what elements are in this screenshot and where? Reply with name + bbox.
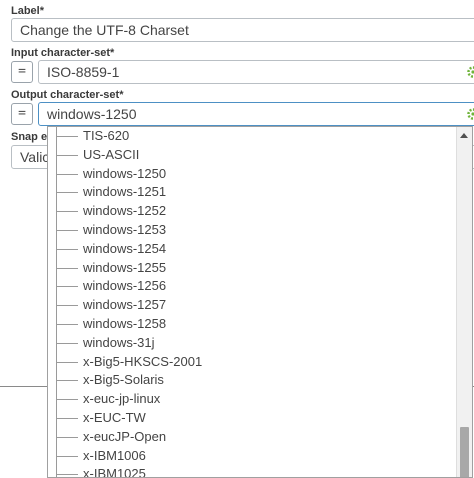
tree-connector (56, 173, 78, 175)
list-item[interactable]: windows-31j (48, 334, 456, 353)
output-charset-label: Output character-set* (11, 89, 124, 101)
list-item[interactable]: windows-1252 (48, 202, 456, 221)
option-label: TIS-620 (83, 128, 130, 143)
list-item[interactable]: windows-1258 (48, 315, 456, 334)
tree-connector (56, 305, 78, 307)
list-item[interactable]: x-Big5-HKSCS-2001 (48, 353, 456, 372)
list-item[interactable]: windows-1256 (48, 277, 456, 296)
dropdown-scrollbar[interactable] (456, 127, 472, 477)
option-label: x-IBM1006 (83, 447, 146, 463)
tree-connector (56, 248, 78, 250)
list-item[interactable]: TIS-620 (48, 127, 456, 146)
tree-connector (56, 229, 78, 231)
option-label: windows-1252 (83, 203, 167, 219)
option-label: x-Big5-HKSCS-2001 (83, 353, 203, 369)
list-item[interactable]: x-IBM1006 (48, 447, 456, 466)
option-label: x-eucJP-Open (83, 428, 167, 444)
tree-connector (56, 267, 78, 269)
option-label: windows-1257 (83, 297, 167, 313)
list-item[interactable]: x-IBM1025 (48, 465, 456, 478)
tree-connector (56, 436, 78, 438)
list-item[interactable]: windows-1251 (48, 183, 456, 202)
list-item[interactable]: windows-1255 (48, 259, 456, 278)
option-label: windows-1254 (83, 240, 167, 256)
tree-connector (56, 323, 78, 325)
tree-connector (56, 154, 78, 156)
option-label: x-Big5-Solaris (83, 372, 164, 388)
option-label: x-IBM1025 (83, 466, 146, 478)
tree-connector (56, 474, 78, 476)
label-field-label: Label* (11, 5, 45, 17)
charset-dropdown-list[interactable]: TIS-620 US-ASCII windows-1250 windows-12… (47, 126, 473, 478)
list-item[interactable]: windows-1250 (48, 165, 456, 184)
tree-connector (56, 455, 78, 457)
list-item[interactable]: x-EUC-TW (48, 409, 456, 428)
tree-connector (56, 136, 78, 137)
input-charset-label: Input character-set* (11, 47, 115, 59)
option-label: windows-1250 (83, 165, 167, 181)
tree-connector (56, 399, 78, 401)
scroll-up-arrow-icon[interactable] (460, 133, 468, 138)
option-label: x-euc-jp-linux (83, 391, 161, 407)
tree-connector (56, 211, 78, 213)
scrollbar-thumb[interactable] (460, 427, 469, 477)
snap-label: Snap e (11, 131, 48, 143)
tree-connector (56, 286, 78, 288)
option-label: windows-31j (83, 334, 155, 350)
gear-icon[interactable] (466, 107, 474, 121)
tree-connector (56, 361, 78, 363)
tree-connector (56, 380, 78, 382)
list-item[interactable]: US-ASCII (48, 146, 456, 165)
option-label: windows-1255 (83, 259, 167, 275)
list-item[interactable]: windows-1257 (48, 296, 456, 315)
list-item[interactable]: x-eucJP-Open (48, 428, 456, 447)
charset-options: TIS-620 US-ASCII windows-1250 windows-12… (48, 127, 456, 478)
list-item[interactable]: x-euc-jp-linux (48, 390, 456, 409)
option-label: windows-1256 (83, 278, 167, 294)
option-label: US-ASCII (83, 146, 140, 162)
option-label: windows-1258 (83, 315, 167, 331)
tree-connector (56, 192, 78, 194)
list-item[interactable]: windows-1254 (48, 240, 456, 259)
output-charset-field[interactable]: windows-1250 (38, 102, 474, 126)
list-item[interactable]: x-Big5-Solaris (48, 371, 456, 390)
gear-icon[interactable] (466, 65, 474, 79)
input-charset-field[interactable]: ISO-8859-1 (38, 60, 474, 84)
tree-connector (56, 342, 78, 344)
tree-connector (56, 417, 78, 419)
output-charset-expression-toggle[interactable]: = (11, 103, 33, 125)
label-input[interactable]: Change the UTF-8 Charset (11, 18, 474, 42)
option-label: windows-1253 (83, 221, 167, 237)
input-charset-expression-toggle[interactable]: = (11, 61, 33, 83)
option-label: windows-1251 (83, 184, 167, 200)
option-label: x-EUC-TW (83, 409, 146, 425)
list-item[interactable]: windows-1253 (48, 221, 456, 240)
